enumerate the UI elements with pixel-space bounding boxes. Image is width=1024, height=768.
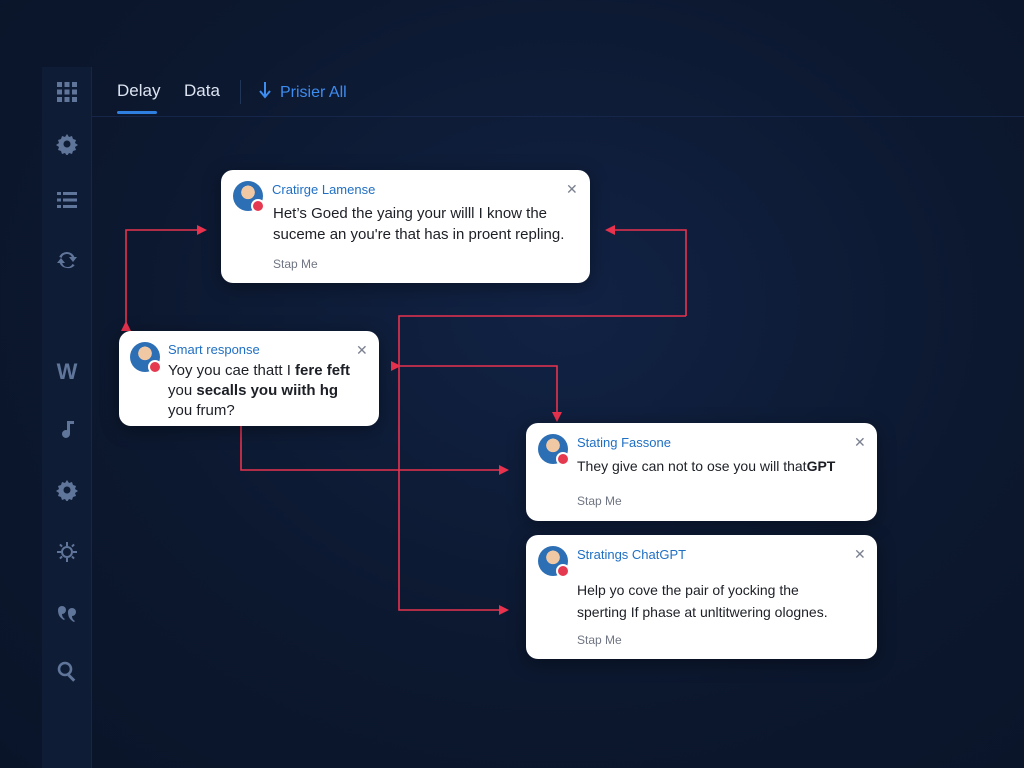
card-body-bold: GPT bbox=[806, 458, 836, 474]
card-body-line: sperting If phase at unltitwering ologne… bbox=[577, 604, 828, 620]
message-card[interactable]: Stating Fassone ✕ They give can not to o… bbox=[526, 423, 877, 521]
card-title: Cratirge Lamense bbox=[272, 182, 376, 197]
avatar bbox=[233, 181, 265, 213]
card-title: Stating Fassone bbox=[577, 435, 671, 450]
card-body-line: Het’s Goed the yaing your willl I know t… bbox=[273, 205, 548, 222]
card-title: Stratings ChatGPT bbox=[577, 547, 687, 562]
close-icon[interactable]: ✕ bbox=[356, 342, 368, 359]
avatar bbox=[538, 546, 570, 578]
close-icon[interactable]: ✕ bbox=[854, 434, 866, 451]
card-body-text: you frum? bbox=[168, 402, 235, 419]
message-card[interactable]: Cratirge Lamense ✕ Het’s Goed the yaing … bbox=[221, 170, 590, 283]
stop-me-link[interactable]: Stap Me bbox=[577, 633, 622, 647]
connector-card2-to-card3 bbox=[240, 426, 509, 475]
card-body-line: suceme an you're that has in proent repl… bbox=[273, 226, 565, 243]
card-body: Help yo cove the pair of yocking the spe… bbox=[577, 579, 872, 623]
connector-card1-to-card2 bbox=[121, 225, 207, 331]
card-body-text: you bbox=[168, 382, 197, 399]
stop-me-link[interactable]: Stap Me bbox=[577, 494, 622, 508]
card-body: Het’s Goed the yaing your willl I know t… bbox=[273, 203, 583, 245]
card-body: Yoy you cae thatt I fere feft you secall… bbox=[168, 361, 373, 421]
card-title: Smart response bbox=[168, 342, 260, 357]
card-body-text: Yoy you cae thatt I bbox=[168, 362, 296, 379]
connector-right-to-card1 bbox=[605, 225, 687, 316]
card-body-line: Help yo cove the pair of yocking the bbox=[577, 582, 799, 598]
avatar bbox=[538, 434, 570, 466]
avatar bbox=[130, 342, 162, 374]
close-icon[interactable]: ✕ bbox=[566, 181, 578, 198]
stop-me-link[interactable]: Stap Me bbox=[273, 257, 318, 271]
close-icon[interactable]: ✕ bbox=[854, 546, 866, 563]
card-body-bold: fere feft bbox=[295, 362, 351, 379]
card-body-text: They give can not to ose you will that bbox=[577, 458, 807, 474]
message-card[interactable]: Smart response ✕ Yoy you cae thatt I fer… bbox=[119, 331, 379, 426]
card-body-bold: secalls you wiith hg bbox=[196, 382, 339, 399]
connector-trunk-to-card3 bbox=[391, 361, 562, 422]
card-body: They give can not to ose you will thatGP… bbox=[577, 456, 872, 477]
message-card[interactable]: Stratings ChatGPT ✕ Help yo cove the pai… bbox=[526, 535, 877, 659]
